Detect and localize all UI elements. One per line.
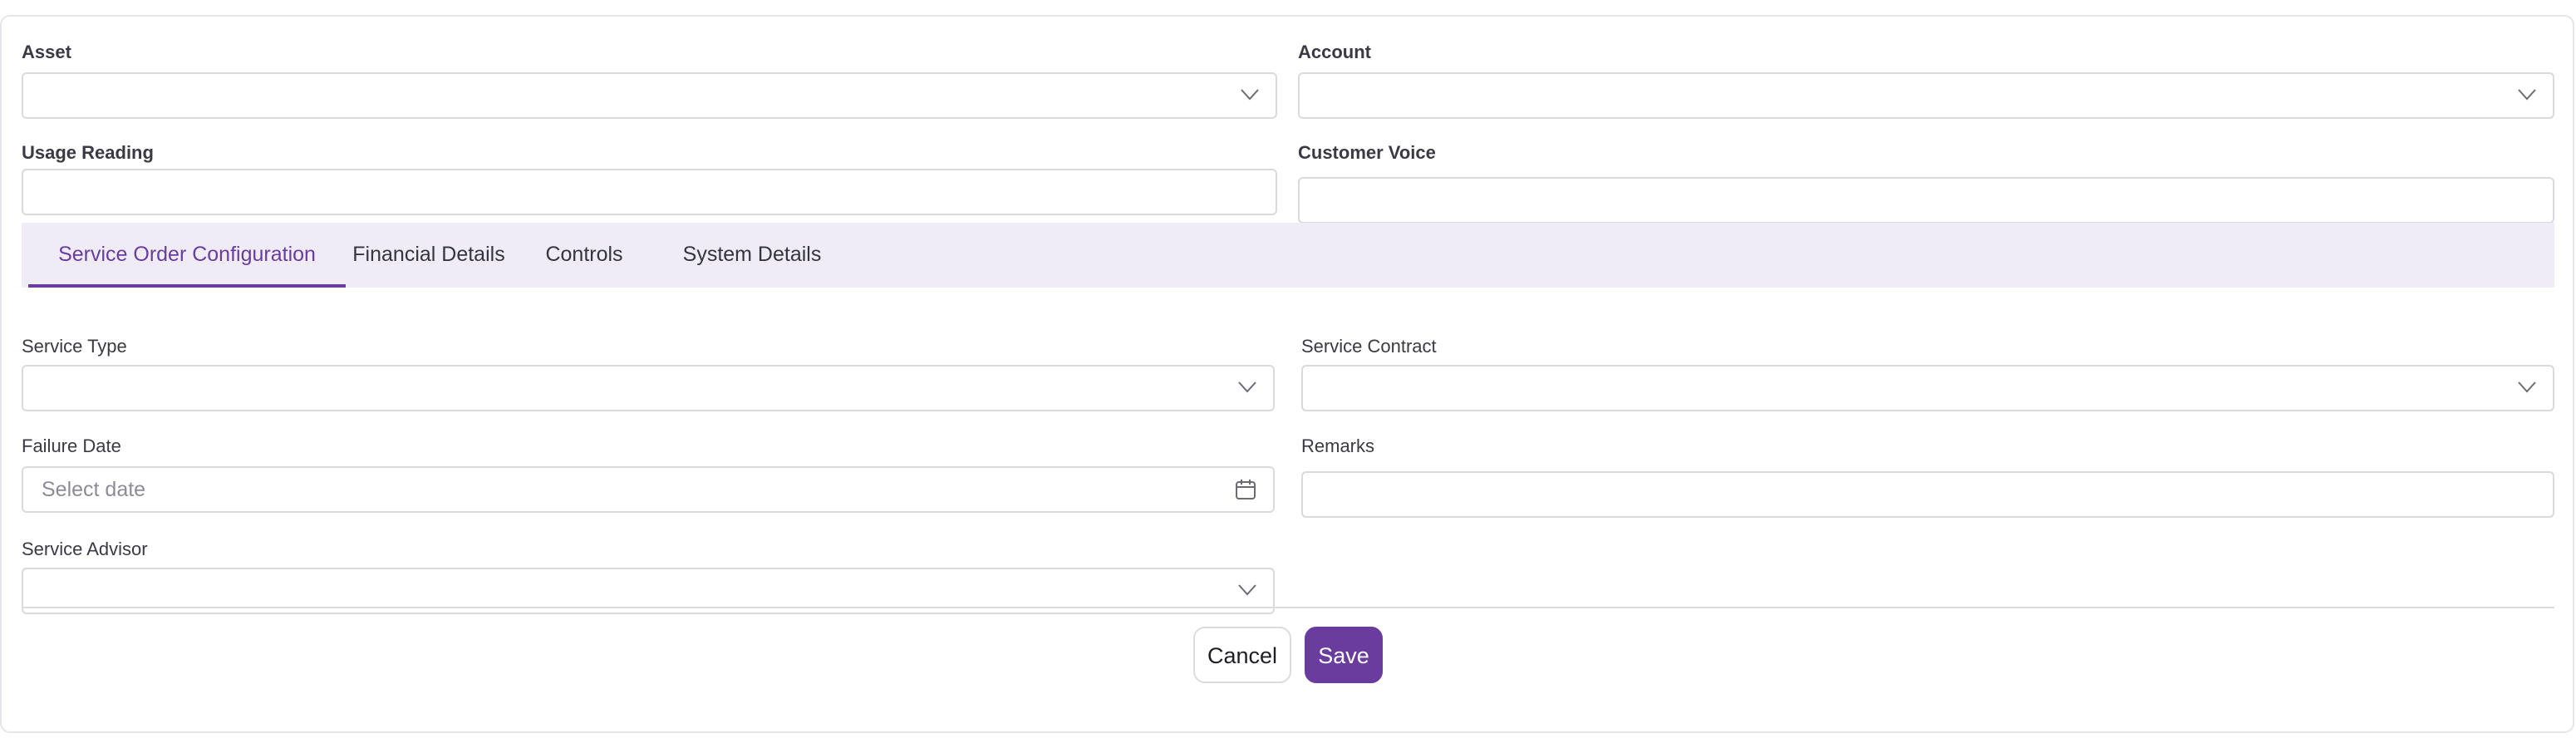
- remarks-label: Remarks: [1301, 436, 1375, 456]
- usage-reading-label: Usage Reading: [22, 142, 154, 163]
- service-type-label: Service Type: [22, 336, 127, 357]
- customer-voice-input[interactable]: [1298, 177, 2554, 224]
- tab-financial-details[interactable]: Financial Details: [346, 223, 512, 288]
- calendar-icon: [1236, 480, 1256, 499]
- chevron-down-icon: [1241, 89, 1259, 101]
- service-type-select[interactable]: [22, 365, 1275, 411]
- service-contract-select[interactable]: [1301, 365, 2554, 411]
- asset-label: Asset: [22, 42, 71, 62]
- tab-service-order-configuration[interactable]: Service Order Configuration: [28, 223, 346, 288]
- chevron-down-icon: [2518, 381, 2536, 393]
- service-advisor-label: Service Advisor: [22, 539, 148, 559]
- service-contract-label: Service Contract: [1301, 336, 1437, 357]
- usage-reading-input[interactable]: [22, 169, 1277, 215]
- cancel-button[interactable]: Cancel: [1193, 627, 1291, 683]
- failure-date-placeholder: Select date: [42, 478, 146, 501]
- customer-voice-label: Customer Voice: [1298, 142, 1436, 163]
- asset-select[interactable]: [22, 72, 1277, 119]
- tab-controls[interactable]: Controls: [538, 223, 630, 288]
- footer-divider: [22, 607, 2554, 608]
- tab-bar: Service Order Configuration Financial De…: [22, 223, 2554, 288]
- remarks-input[interactable]: [1301, 471, 2554, 518]
- account-select[interactable]: [1298, 72, 2554, 119]
- save-button[interactable]: Save: [1305, 627, 1383, 683]
- chevron-down-icon: [1238, 584, 1256, 596]
- chevron-down-icon: [2518, 89, 2536, 101]
- chevron-down-icon: [1238, 381, 1256, 393]
- failure-date-label: Failure Date: [22, 436, 121, 456]
- tab-system-details[interactable]: System Details: [675, 223, 829, 288]
- failure-date-picker[interactable]: Select date: [22, 466, 1275, 513]
- account-label: Account: [1298, 42, 1371, 62]
